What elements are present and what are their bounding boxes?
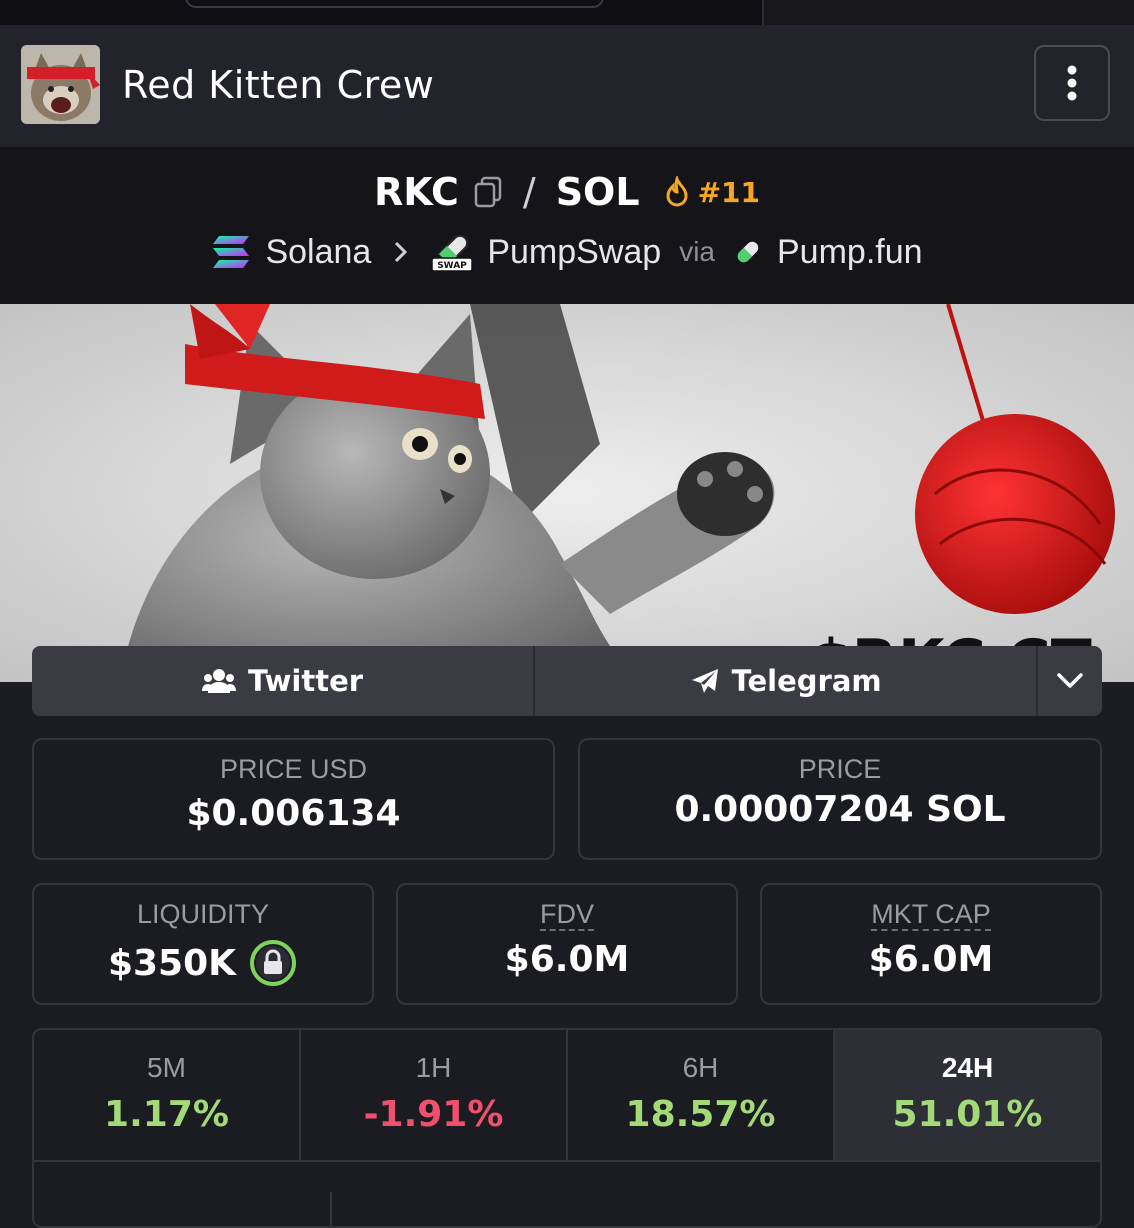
quote-symbol: SOL — [555, 170, 640, 214]
pair-separator: / — [522, 170, 536, 214]
price-change-tabs: 5M 1.17% 1H -1.91% 6H 18.57% 24H 51.01% — [32, 1028, 1102, 1228]
twitter-label: Twitter — [248, 664, 364, 698]
kebab-icon — [1067, 65, 1077, 101]
tab-24h[interactable]: 24H 51.01% — [835, 1030, 1100, 1162]
period-label: 1H — [415, 1052, 452, 1083]
period-label: 24H — [941, 1052, 994, 1083]
swap-badge-text: SWAP — [438, 261, 468, 271]
price-usd-value: $0.006134 — [186, 793, 401, 834]
pair-title: RKC / SOL #11 — [0, 167, 1134, 217]
telegram-button[interactable]: Telegram — [535, 646, 1039, 716]
more-menu-button[interactable] — [1034, 45, 1110, 121]
divider — [330, 1192, 332, 1226]
via-label: via — [679, 236, 715, 267]
chevron-down-icon — [1057, 673, 1083, 688]
solana-icon — [211, 234, 251, 270]
browser-top-strip — [0, 0, 1134, 25]
users-icon — [202, 669, 237, 693]
chevron-right-icon — [393, 240, 409, 264]
telegram-label: Telegram — [731, 664, 882, 698]
period-label: 6H — [682, 1052, 719, 1083]
change-value: 1.17% — [104, 1094, 229, 1135]
liquidity-label: LIQUIDITY — [136, 899, 270, 929]
liquidity-card: LIQUIDITY $350K — [32, 883, 374, 1005]
base-symbol: RKC — [373, 170, 459, 214]
liquidity-value: $350K — [107, 942, 237, 984]
tab-6h[interactable]: 6H 18.57% — [568, 1030, 835, 1162]
rank-value: #11 — [697, 175, 761, 209]
tab-5m[interactable]: 5M 1.17% — [34, 1030, 301, 1162]
flame-icon — [666, 176, 688, 207]
token-name: Red Kitten Crew — [122, 63, 435, 107]
lock-icon[interactable] — [248, 938, 298, 988]
pair-info: RKC / SOL #11 Solana SWAP PumpSwap via P… — [0, 147, 1134, 304]
copy-icon[interactable] — [473, 176, 503, 208]
social-links-bar: Twitter Telegram — [32, 646, 1102, 716]
fdv-label[interactable]: FDV — [540, 899, 594, 931]
market-cap-label[interactable]: MKT CAP — [871, 899, 991, 931]
launchpad-name[interactable]: Pump.fun — [777, 233, 923, 272]
price-usd-label: PRICE USD — [219, 754, 368, 784]
fdv-value: $6.0M — [504, 939, 630, 980]
chain-name[interactable]: Solana — [265, 233, 371, 272]
pumpswap-icon: SWAP — [431, 232, 474, 272]
chain-breadcrumb: Solana SWAP PumpSwap via Pump.fun — [0, 227, 1134, 277]
price-native-card: PRICE 0.00007204 SOL — [578, 738, 1102, 860]
twitter-button[interactable]: Twitter — [32, 646, 536, 716]
token-header: Red Kitten Crew — [0, 25, 1134, 147]
change-value: 51.01% — [892, 1094, 1043, 1135]
tab-1h[interactable]: 1H -1.91% — [301, 1030, 568, 1162]
token-banner-image: $RKC CT — [0, 304, 1134, 682]
price-native-label: PRICE — [798, 754, 882, 784]
address-bar[interactable] — [185, 0, 604, 8]
pill-icon — [733, 237, 763, 267]
change-value: -1.91% — [363, 1094, 504, 1135]
market-cap-value: $6.0M — [868, 939, 994, 980]
fdv-card: FDV $6.0M — [396, 883, 738, 1005]
token-avatar — [21, 45, 100, 124]
price-native-value: 0.00007204 SOL — [674, 789, 1006, 830]
dex-name[interactable]: PumpSwap — [487, 233, 661, 272]
telegram-icon — [691, 669, 718, 693]
trending-rank[interactable]: #11 — [662, 176, 760, 209]
period-label: 5M — [147, 1052, 186, 1083]
more-links-button[interactable] — [1038, 646, 1102, 716]
price-usd-card: PRICE USD $0.006134 — [32, 738, 555, 860]
market-cap-card: MKT CAP $6.0M — [760, 883, 1102, 1005]
top-right-panel — [762, 0, 1134, 25]
change-value: 18.57% — [625, 1094, 776, 1135]
